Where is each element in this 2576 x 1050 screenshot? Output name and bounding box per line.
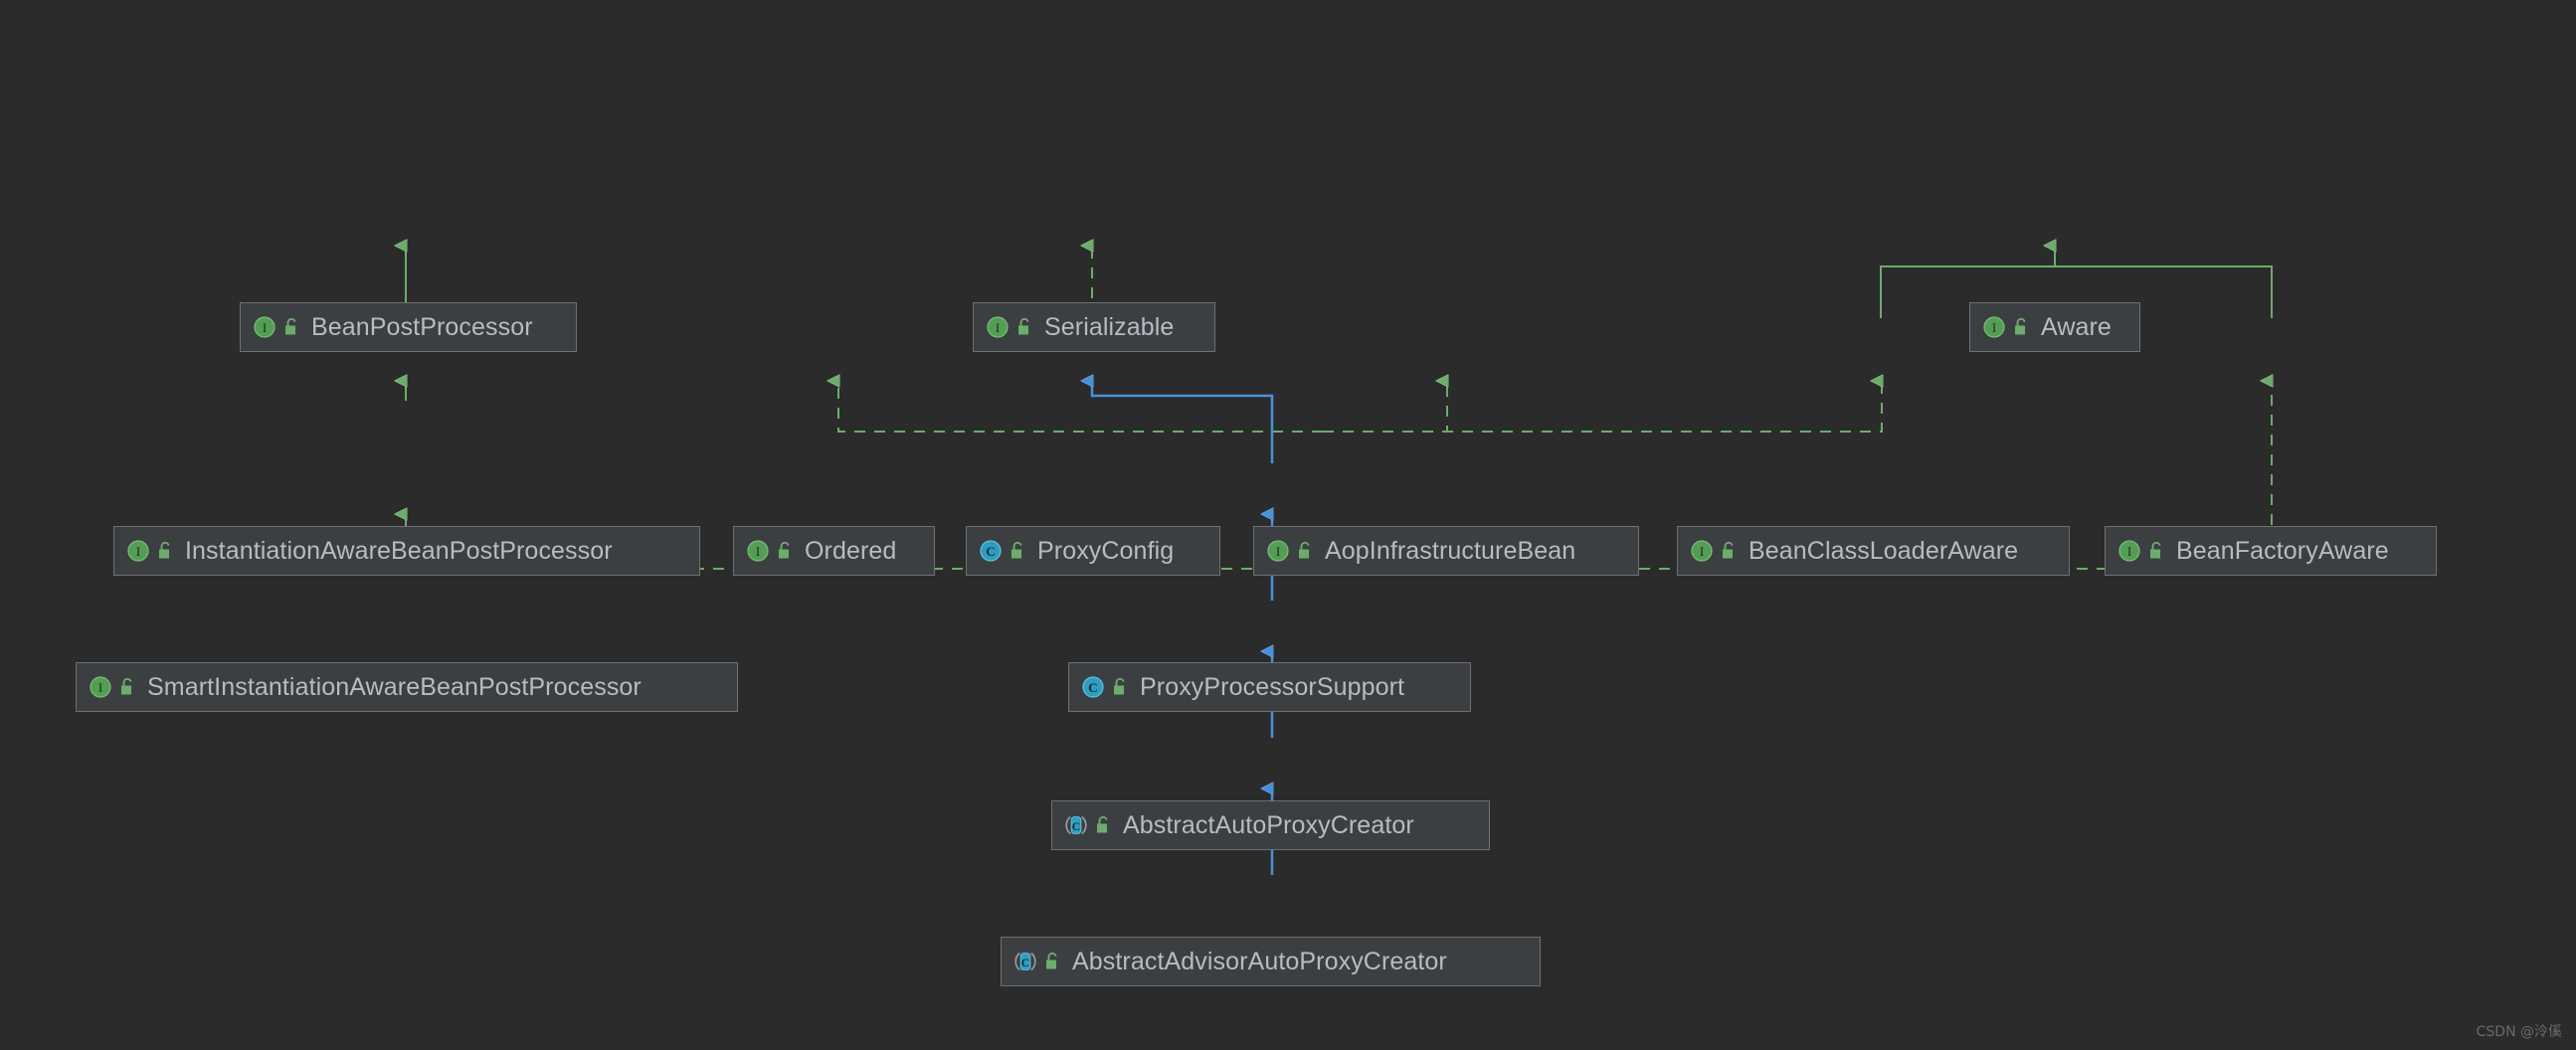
- public-unlock-icon: [1043, 951, 1061, 972]
- interface-icon: I: [1689, 538, 1715, 564]
- uml-diagram-canvas[interactable]: I BeanPostProcessor I Serializable I Aware I In…: [0, 0, 2576, 1050]
- node-icons: I: [1689, 538, 1738, 564]
- public-unlock-icon: [1094, 814, 1112, 836]
- svg-text:C: C: [986, 544, 995, 559]
- interface-icon: I: [745, 538, 771, 564]
- interface-icon: I: [1265, 538, 1291, 564]
- uml-node-proxyprocessorsupport[interactable]: C ProxyProcessorSupport: [1068, 662, 1471, 712]
- interface-icon: I: [985, 314, 1011, 340]
- uml-node-label: BeanPostProcessor: [311, 312, 533, 341]
- uml-node-label: BeanClassLoaderAware: [1748, 536, 2019, 565]
- public-unlock-icon: [2147, 540, 2165, 562]
- uml-node-abstractadvisorautoproxycreator[interactable]: C AbstractAdvisorAutoProxyCreator: [1001, 937, 1541, 986]
- node-icons: C: [1063, 812, 1112, 838]
- abstract-class-icon: C: [1063, 812, 1089, 838]
- uml-node-label: BeanFactoryAware: [2176, 536, 2389, 565]
- uml-node-label: AbstractAdvisorAutoProxyCreator: [1072, 947, 1447, 975]
- public-unlock-icon: [1015, 316, 1033, 338]
- public-unlock-icon: [1296, 540, 1314, 562]
- node-icons: I: [985, 314, 1033, 340]
- uml-node-serializable[interactable]: I Serializable: [973, 302, 1215, 352]
- svg-text:I: I: [2127, 544, 2131, 559]
- public-unlock-icon: [156, 540, 174, 562]
- node-icons: I: [2116, 538, 2165, 564]
- node-icons: C: [1080, 674, 1129, 700]
- interface-icon: I: [2116, 538, 2142, 564]
- uml-node-smartinstantiationawarebeanpostprocessor[interactable]: I SmartInstantiationAwareBeanPostProcesso…: [76, 662, 738, 712]
- edge-pps-to-ordered: [838, 381, 1323, 433]
- svg-text:I: I: [136, 544, 140, 559]
- svg-text:C: C: [1021, 956, 1030, 969]
- node-icons: C: [978, 538, 1026, 564]
- uml-node-label: Serializable: [1044, 312, 1175, 341]
- interface-icon: I: [125, 538, 151, 564]
- node-icons: I: [1265, 538, 1314, 564]
- watermark: CSDN @泠傒: [2476, 1024, 2562, 1040]
- edge-pps-to-aopinfrastructurebean: [1323, 381, 1447, 433]
- abstract-class-icon: C: [1012, 949, 1038, 974]
- public-unlock-icon: [118, 676, 136, 698]
- svg-text:I: I: [1992, 320, 1996, 335]
- node-icons: C: [1012, 949, 1061, 974]
- edge-pps-to-proxyconfig: [1092, 381, 1274, 463]
- uml-node-beanclassloaderaware[interactable]: I BeanClassLoaderAware: [1677, 526, 2070, 576]
- edge-layer: [0, 0, 2576, 875]
- class-icon: C: [978, 538, 1004, 564]
- svg-text:I: I: [756, 544, 760, 559]
- uml-node-label: SmartInstantiationAwareBeanPostProcessor: [147, 672, 642, 701]
- uml-node-proxyconfig[interactable]: C ProxyConfig: [966, 526, 1220, 576]
- uml-node-label: AbstractAutoProxyCreator: [1123, 810, 1414, 839]
- uml-node-label: ProxyProcessorSupport: [1140, 672, 1405, 701]
- uml-node-label: ProxyConfig: [1037, 536, 1175, 565]
- svg-text:I: I: [98, 680, 102, 695]
- public-unlock-icon: [2012, 316, 2030, 338]
- uml-node-aware[interactable]: I Aware: [1969, 302, 2140, 352]
- public-unlock-icon: [1111, 676, 1129, 698]
- node-icons: I: [252, 314, 300, 340]
- public-unlock-icon: [1009, 540, 1026, 562]
- uml-node-label: InstantiationAwareBeanPostProcessor: [185, 536, 613, 565]
- node-icons: I: [125, 538, 174, 564]
- svg-text:I: I: [996, 320, 1000, 335]
- svg-text:I: I: [1276, 544, 1280, 559]
- uml-node-label: Aware: [2041, 312, 2112, 341]
- node-icons: I: [745, 538, 794, 564]
- uml-node-beanpostprocessor[interactable]: I BeanPostProcessor: [240, 302, 577, 352]
- uml-node-ordered[interactable]: I Ordered: [733, 526, 935, 576]
- uml-node-instantiationawarebeanpostprocessor[interactable]: I InstantiationAwareBeanPostProcessor: [113, 526, 700, 576]
- public-unlock-icon: [776, 540, 794, 562]
- uml-node-label: AopInfrastructureBean: [1325, 536, 1576, 565]
- node-icons: I: [1981, 314, 2030, 340]
- uml-node-label: Ordered: [805, 536, 897, 565]
- public-unlock-icon: [1720, 540, 1738, 562]
- svg-text:C: C: [1072, 819, 1081, 833]
- interface-icon: I: [1981, 314, 2007, 340]
- uml-node-beanfactoryaware[interactable]: I BeanFactoryAware: [2105, 526, 2437, 576]
- svg-text:I: I: [263, 320, 267, 335]
- svg-text:I: I: [1700, 544, 1704, 559]
- svg-text:C: C: [1088, 680, 1097, 695]
- edge-pps-to-bcla: [1323, 381, 1882, 433]
- uml-node-abstractautoproxycreator[interactable]: C AbstractAutoProxyCreator: [1051, 800, 1490, 850]
- interface-icon: I: [88, 674, 113, 700]
- class-icon: C: [1080, 674, 1106, 700]
- interface-icon: I: [252, 314, 277, 340]
- uml-node-aopinfrastructurebean[interactable]: I AopInfrastructureBean: [1253, 526, 1639, 576]
- public-unlock-icon: [282, 316, 300, 338]
- node-icons: I: [88, 674, 136, 700]
